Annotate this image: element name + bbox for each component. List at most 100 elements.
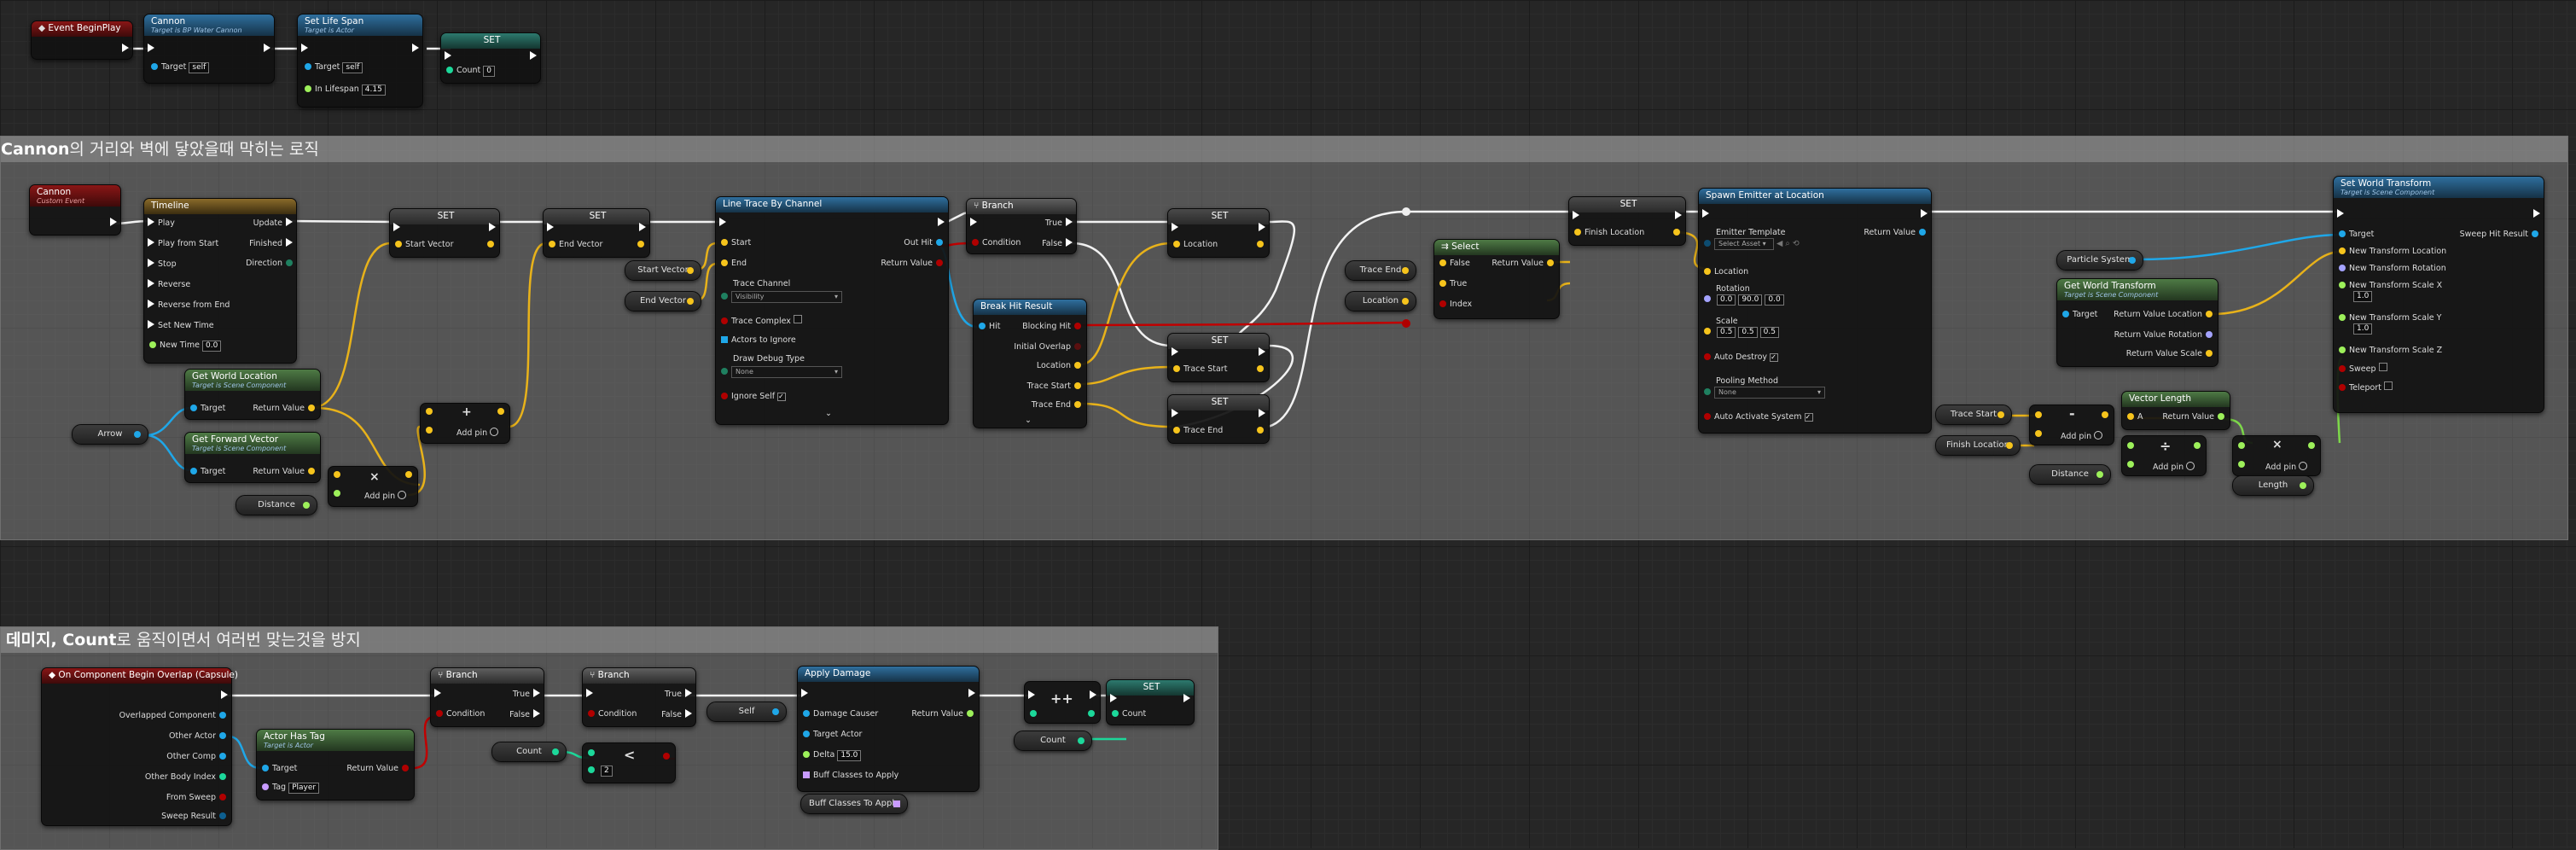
- object-pin-icon[interactable]: [2062, 311, 2069, 317]
- overlapped-component-row[interactable]: Overlapped Component: [119, 711, 230, 720]
- vector-pin-icon[interactable]: [2206, 350, 2213, 357]
- add-pin-button[interactable]: Add pin: [364, 491, 407, 501]
- set-count-top-node[interactable]: SET Count 0: [440, 32, 541, 84]
- exec-out[interactable]: [526, 51, 540, 61]
- input-a[interactable]: [330, 470, 344, 480]
- cannon-custom-event-node[interactable]: Cannon Custom Event: [29, 184, 121, 236]
- input-a[interactable]: [2235, 441, 2248, 451]
- cannon-function-node[interactable]: Cannon Target is BP Water Cannon Target se…: [143, 14, 275, 84]
- bool-pin-icon[interactable]: [2339, 365, 2346, 372]
- new-rotation-row[interactable]: New Transform Rotation: [2335, 264, 2446, 273]
- exec-pin-icon[interactable]: [148, 238, 154, 247]
- input-b[interactable]: [2235, 460, 2248, 469]
- exec-pin-icon[interactable]: [148, 320, 154, 329]
- int-pin-icon[interactable]: [588, 766, 595, 773]
- start-vector-pin-row[interactable]: Start Vector: [392, 240, 454, 249]
- object-pin-icon[interactable]: [2129, 257, 2136, 264]
- checkbox-icon[interactable]: [2378, 363, 2387, 371]
- checkbox-icon[interactable]: [793, 315, 802, 323]
- start-vector-variable[interactable]: Start Vector: [625, 260, 701, 281]
- bool-pin-icon[interactable]: [402, 765, 409, 771]
- end-pin-row[interactable]: End: [718, 259, 747, 268]
- true-pin-row[interactable]: True: [513, 689, 544, 699]
- return-pin-row[interactable]: Return Value: [253, 404, 318, 413]
- event-beginplay-node[interactable]: ◆ Event BeginPlay: [31, 20, 133, 60]
- enum-pin-icon[interactable]: [721, 368, 728, 375]
- vector-out[interactable]: [1670, 228, 1683, 237]
- exec-in[interactable]: [1168, 347, 1182, 358]
- exec-pin-icon[interactable]: [489, 223, 496, 231]
- vector-pin-icon[interactable]: [2035, 430, 2042, 437]
- asset-browse-icon[interactable]: ◀ ⌕ ⟲: [1776, 239, 1800, 248]
- trace-complex-row[interactable]: Trace Complex: [718, 315, 802, 326]
- int-pin-icon[interactable]: [1030, 710, 1037, 717]
- timeline-node[interactable]: Timeline Play Play from Start Stop Rever…: [143, 198, 297, 364]
- exec-pin-icon[interactable]: [719, 218, 726, 226]
- array-pin-icon[interactable]: [893, 801, 900, 807]
- return-pin-row[interactable]: Return Value: [1492, 259, 1557, 268]
- divide-float-node[interactable]: ÷ Add pin: [2121, 435, 2207, 476]
- exec-pin-icon[interactable]: [221, 690, 228, 699]
- exec-in[interactable]: [716, 218, 730, 228]
- exec-pin-icon[interactable]: [148, 300, 154, 308]
- trace-start-row[interactable]: Trace Start: [1027, 381, 1084, 391]
- exec-pin-icon[interactable]: [685, 689, 692, 697]
- add-pin-button[interactable]: Add pin: [2061, 431, 2103, 441]
- enum-pin-icon[interactable]: [286, 259, 293, 266]
- set-end-vector-node[interactable]: SET End Vector: [543, 208, 650, 258]
- object-pin-icon[interactable]: [190, 468, 197, 474]
- vector-pin-icon[interactable]: [1074, 362, 1081, 369]
- vector-pin-icon[interactable]: [1402, 267, 1409, 274]
- trace-channel-dropdown[interactable]: Visibility ▾: [718, 291, 842, 303]
- exec-pin-icon[interactable]: [393, 223, 400, 231]
- exec-in[interactable]: [298, 44, 311, 54]
- object-pin-icon[interactable]: [2339, 230, 2346, 237]
- vector-pin-icon[interactable]: [334, 471, 340, 478]
- length-variable[interactable]: Length: [2232, 475, 2314, 496]
- vector-pin-icon[interactable]: [405, 471, 412, 478]
- object-pin-icon[interactable]: [1919, 229, 1926, 236]
- target-pin-row[interactable]: Target: [187, 467, 225, 476]
- add-pin-icon[interactable]: [2186, 462, 2195, 470]
- vector-pin-icon[interactable]: [487, 241, 494, 247]
- a-pin-row[interactable]: A: [2124, 412, 2143, 422]
- new-location-row[interactable]: New Transform Location: [2335, 247, 2446, 256]
- initial-overlap-row[interactable]: Initial Overlap: [1014, 342, 1084, 352]
- timeline-input-play[interactable]: Play: [144, 218, 175, 228]
- vector-pin-icon[interactable]: [637, 241, 644, 247]
- float-pin-icon[interactable]: [2194, 442, 2201, 449]
- exec-pin-icon[interactable]: [286, 218, 293, 226]
- float-pin-icon[interactable]: [2127, 461, 2134, 468]
- tag-pin-row[interactable]: Tag Player: [259, 783, 320, 794]
- set-count-bottom-node[interactable]: SET Count: [1106, 679, 1195, 725]
- other-actor-row[interactable]: Other Actor: [169, 731, 230, 741]
- float-pin-icon[interactable]: [2238, 442, 2245, 449]
- bool-pin-icon[interactable]: [1704, 413, 1711, 420]
- spawn-emitter-at-location-node[interactable]: Spawn Emitter at Location Emitter Templa…: [1698, 188, 1932, 434]
- add-pin-button[interactable]: Add pin: [2153, 462, 2195, 472]
- return-rotation-row[interactable]: Return Value Rotation: [2114, 330, 2216, 340]
- vector-pin-icon[interactable]: [687, 298, 694, 305]
- int-pin-icon[interactable]: [1088, 710, 1095, 717]
- rotator-pin-icon[interactable]: [1704, 295, 1711, 302]
- location-pin-row[interactable]: Location: [1170, 240, 1218, 249]
- branch-node-2[interactable]: ⑂ Branch True Condition False: [582, 667, 696, 727]
- damage-causer-row[interactable]: Damage Causer: [800, 709, 878, 719]
- rotation-z-box[interactable]: 0.0: [1765, 294, 1784, 306]
- trace-end-row[interactable]: Trace End: [1032, 400, 1084, 410]
- checkbox-checked-icon[interactable]: ✓: [777, 393, 787, 401]
- false-pin-row[interactable]: False: [661, 709, 695, 719]
- distance-variable-right[interactable]: Distance: [2029, 464, 2111, 485]
- float-pin-icon[interactable]: [334, 490, 340, 497]
- vector-pin-icon[interactable]: [1173, 241, 1180, 247]
- actor-has-tag-node[interactable]: Actor Has Tag Target is Actor Target Retu…: [256, 729, 415, 801]
- input-b[interactable]: [2124, 460, 2137, 469]
- subtract-vector-node[interactable]: - Add pin: [2029, 405, 2114, 445]
- enum-pin-icon[interactable]: [721, 293, 728, 300]
- bool-pin-icon[interactable]: [1439, 300, 1446, 307]
- select-node[interactable]: ⇉ Select False Return Value True Index: [1433, 239, 1560, 319]
- exec-out[interactable]: [107, 218, 120, 228]
- exec-out[interactable]: [1180, 694, 1194, 704]
- target-value-box[interactable]: self: [342, 62, 363, 73]
- multiply-vector-node[interactable]: × Add pin: [328, 466, 418, 507]
